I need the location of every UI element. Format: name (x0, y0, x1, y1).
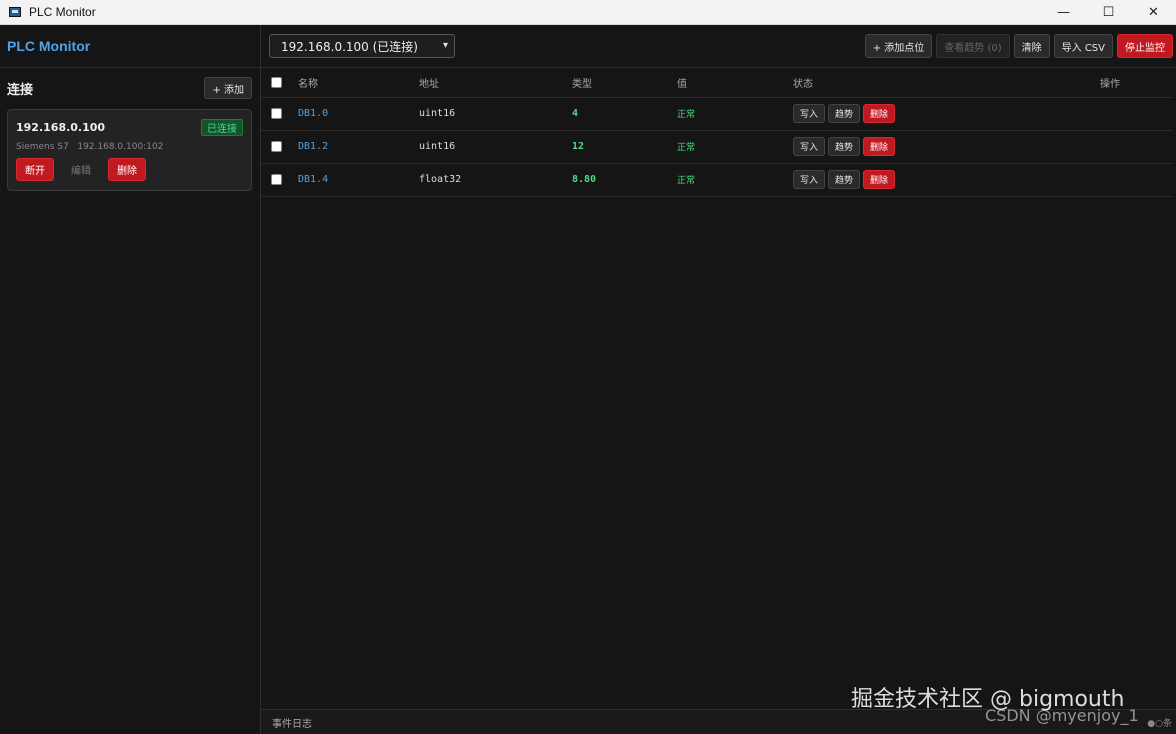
trend-button[interactable]: 趋势 (828, 104, 861, 123)
row-empty-cell (1100, 130, 1173, 164)
row-empty-cell (1100, 163, 1173, 197)
view-trend-button[interactable]: 查看趋势 (0) (936, 34, 1010, 58)
connection-meta: Siemens S7 192.168.0.100:102 (16, 142, 243, 152)
header-address[interactable]: 地址 (419, 69, 572, 98)
connection-card[interactable]: 192.168.0.100 已连接 Siemens S7 192.168.0.1… (7, 109, 252, 191)
trend-button[interactable]: 趋势 (828, 170, 861, 189)
point-value: 8.80 (572, 163, 677, 197)
point-address: uint16 (419, 130, 572, 164)
add-connection-button[interactable]: + 添加 (204, 77, 252, 99)
sidebar: PLC Monitor 连接 + 添加 192.168.0.100 已连接 Si… (0, 25, 261, 734)
connection-vendor: Siemens S7 (16, 142, 69, 152)
row-actions: 写入 趋势 删除 (793, 104, 1100, 123)
point-status: 正常 (677, 130, 793, 164)
window-titlebar: PLC Monitor — ☐ ✕ (0, 0, 1176, 25)
header-status[interactable]: 状态 (793, 69, 1100, 98)
connections-header: 连接 + 添加 (0, 68, 260, 108)
stop-monitor-button[interactable]: 停止监控 (1117, 34, 1173, 58)
connection-endpoint: 192.168.0.100:102 (77, 142, 164, 152)
minimize-icon[interactable]: — (1041, 0, 1086, 25)
row-checkbox[interactable] (271, 173, 282, 185)
toolbar-actions: + 添加点位 查看趋势 (0) 清除 导入 CSV 停止监控 (864, 34, 1176, 58)
point-status: 正常 (677, 163, 793, 197)
app-brand: PLC Monitor (0, 25, 260, 68)
select-all-checkbox[interactable] (271, 77, 282, 88)
header-type[interactable]: 类型 (572, 69, 677, 98)
maximize-icon[interactable]: ☐ (1086, 0, 1131, 25)
import-csv-button[interactable]: 导入 CSV (1053, 34, 1113, 58)
delete-point-button[interactable]: 删除 (863, 137, 896, 156)
point-address: float32 (419, 163, 572, 197)
write-button[interactable]: 写入 (793, 137, 826, 156)
main-panel: 192.168.0.100 (已连接) ▾ + 添加点位 查看趋势 (0) 清除… (261, 25, 1176, 734)
row-checkbox[interactable] (271, 140, 282, 152)
row-actions: 写入 趋势 删除 (793, 137, 1100, 156)
event-log-label: 事件日志 (272, 718, 312, 730)
row-checkbox[interactable] (271, 107, 282, 119)
point-value: 4 (572, 97, 677, 131)
table-header-row: 名称 地址 类型 值 状态 操作 (261, 69, 1173, 98)
connection-actions: 断开 编辑 删除 (16, 158, 243, 181)
close-icon[interactable]: ✕ (1131, 0, 1176, 25)
point-value: 12 (572, 130, 677, 164)
header-name[interactable]: 名称 (298, 69, 419, 98)
event-log-count: ●○条 (1147, 719, 1172, 729)
table-row[interactable]: DB1.2 uint16 12 正常 写入 趋势 删除 (261, 130, 1173, 164)
connection-select-value: 192.168.0.100 (已连接) (281, 39, 418, 54)
window-title: PLC Monitor (29, 5, 96, 19)
disconnect-button[interactable]: 断开 (16, 158, 54, 181)
write-button[interactable]: 写入 (793, 170, 826, 189)
watermark-secondary: CSDN @myenjoy_1 (985, 706, 1139, 725)
status-badge: 已连接 (201, 119, 243, 136)
points-table: 名称 地址 类型 值 状态 操作 DB1.0 uint16 4 正常 写入 趋势 (261, 69, 1173, 197)
connection-select[interactable]: 192.168.0.100 (已连接) ▾ (269, 34, 455, 58)
trend-button[interactable]: 趋势 (828, 137, 861, 156)
point-name: DB1.2 (298, 130, 419, 164)
delete-point-button[interactable]: 删除 (863, 170, 896, 189)
row-actions: 写入 趋势 删除 (793, 170, 1100, 189)
row-empty-cell (1100, 97, 1173, 131)
write-button[interactable]: 写入 (793, 104, 826, 123)
app-icon (9, 7, 21, 17)
point-address: uint16 (419, 97, 572, 131)
connections-title: 连接 (7, 82, 34, 98)
header-value[interactable]: 值 (677, 69, 793, 98)
point-name: DB1.0 (298, 97, 419, 131)
clear-button[interactable]: 清除 (1013, 34, 1050, 58)
table-row[interactable]: DB1.0 uint16 4 正常 写入 趋势 删除 (261, 97, 1173, 131)
edit-connection-button[interactable]: 编辑 (62, 158, 100, 181)
add-point-button[interactable]: + 添加点位 (864, 34, 933, 58)
table-row[interactable]: DB1.4 float32 8.80 正常 写入 趋势 删除 (261, 163, 1173, 197)
header-actions: 操作 (1100, 69, 1173, 98)
point-status: 正常 (677, 97, 793, 131)
delete-point-button[interactable]: 删除 (863, 104, 896, 123)
point-name: DB1.4 (298, 163, 419, 197)
toolbar: 192.168.0.100 (已连接) ▾ + 添加点位 查看趋势 (0) 清除… (261, 25, 1176, 68)
window-controls: — ☐ ✕ (1041, 0, 1176, 25)
delete-connection-button[interactable]: 删除 (108, 158, 146, 181)
chevron-down-icon: ▾ (442, 40, 448, 51)
